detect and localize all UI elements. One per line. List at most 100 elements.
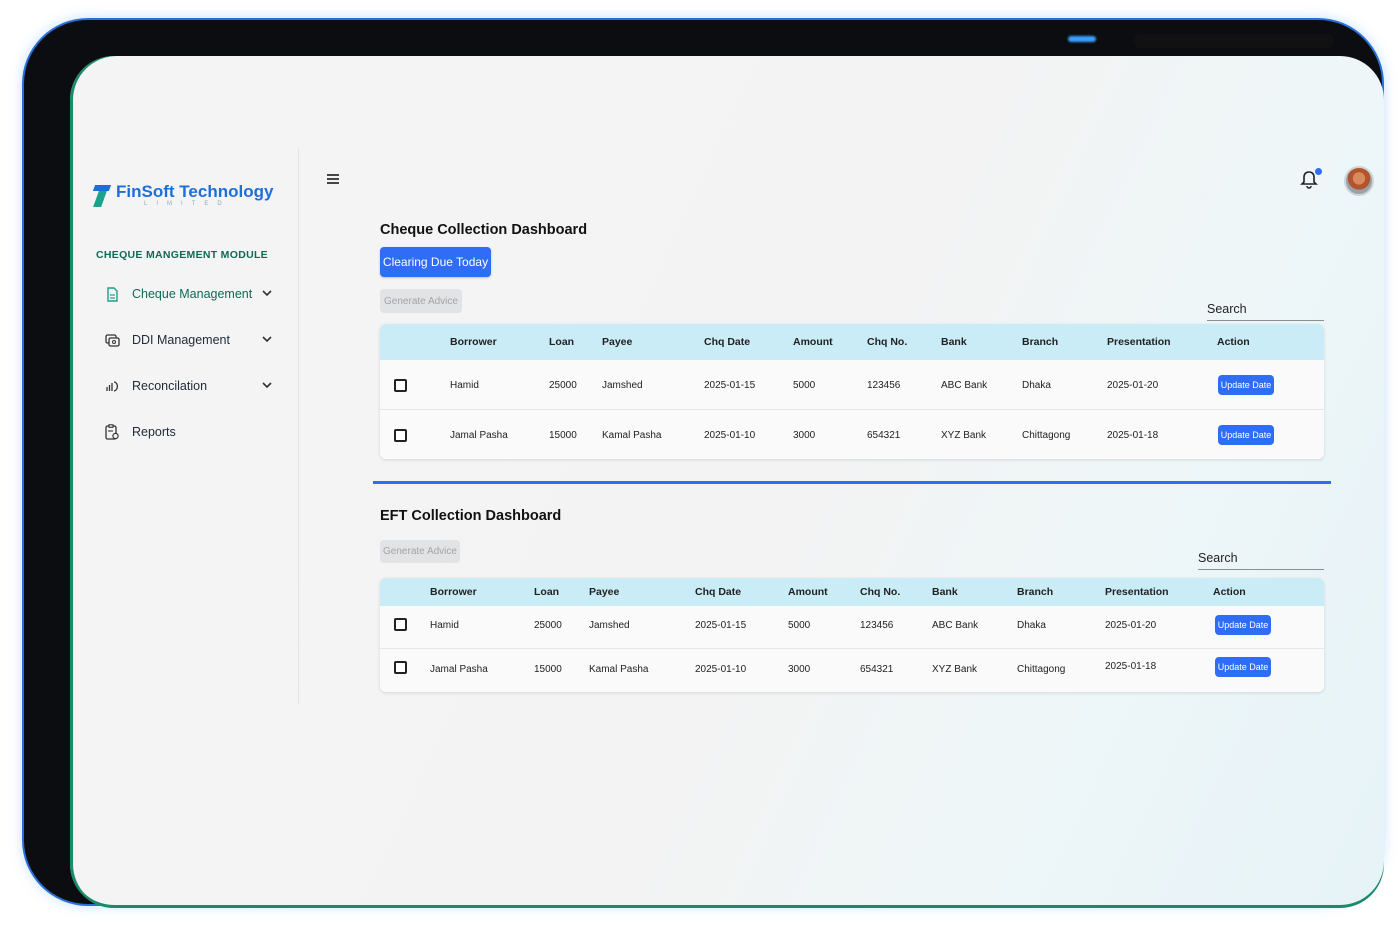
cell-payee: Kamal Pasha — [602, 430, 662, 441]
brand-name-part1: FinSoft — [116, 182, 175, 201]
column-header-branch: Branch — [1022, 336, 1059, 348]
cell-chq-no: 654321 — [867, 430, 901, 441]
chevron-down-icon[interactable] — [260, 288, 274, 300]
cell-presentation: 2025-01-20 — [1107, 380, 1159, 391]
sidebar-item-reconcilation[interactable]: Reconcilation — [104, 375, 274, 397]
cell-payee: Jamshed — [602, 380, 643, 391]
column-header-loan: Loan — [534, 586, 560, 598]
column-header-amount: Amount — [793, 336, 833, 348]
table-header: Borrower Loan Payee Chq Date Amount Chq … — [380, 578, 1324, 606]
cell-borrower: Hamid — [430, 620, 459, 631]
cell-borrower: Jamal Pasha — [430, 664, 488, 675]
cell-branch: Chittagong — [1022, 430, 1071, 441]
eft-table: Borrower Loan Payee Chq Date Amount Chq … — [380, 578, 1324, 692]
sidebar-item-label: DDI Management — [132, 333, 230, 347]
cell-loan: 25000 — [549, 380, 577, 391]
table-row: Jamal Pasha 15000 Kamal Pasha 2025-01-10… — [380, 410, 1324, 459]
column-header-chq-date: Chq Date — [695, 586, 742, 598]
brand-logo[interactable]: FinSoft Technology LIMITED — [92, 181, 273, 209]
sidebar-item-ddi-management[interactable]: DDI Management — [104, 329, 274, 351]
module-title: CHEQUE MANGEMENT MODULE — [96, 249, 268, 261]
cheque-table: Borrower Loan Payee Chq Date Amount Chq … — [380, 324, 1324, 459]
ddi-icon — [104, 332, 120, 348]
chevron-down-icon[interactable] — [260, 334, 274, 346]
chevron-down-icon[interactable] — [260, 380, 274, 392]
brand-name: FinSoft Technology — [116, 181, 273, 203]
column-header-chq-no: Chq No. — [860, 586, 901, 598]
update-date-button[interactable]: Update Date — [1218, 375, 1274, 395]
cell-bank: XYZ Bank — [932, 664, 978, 675]
column-header-payee: Payee — [602, 336, 633, 348]
table-row: Hamid 25000 Jamshed 2025-01-15 5000 1234… — [380, 606, 1324, 649]
device-top-bar — [1134, 34, 1334, 48]
notification-dot — [1315, 168, 1322, 175]
clearing-due-today-button[interactable]: Clearing Due Today — [380, 247, 491, 277]
generate-advice-button[interactable]: Generate Advice — [380, 540, 460, 563]
column-header-bank: Bank — [941, 336, 967, 348]
cell-amount: 5000 — [793, 380, 816, 391]
column-header-presentation: Presentation — [1105, 586, 1169, 598]
cell-chq-date: 2025-01-15 — [704, 380, 756, 391]
row-checkbox[interactable] — [394, 379, 407, 392]
column-header-action: Action — [1217, 336, 1250, 348]
cell-branch: Dhaka — [1017, 620, 1046, 631]
cell-amount: 3000 — [788, 664, 811, 675]
cell-presentation: 2025-01-18 — [1107, 430, 1159, 441]
update-date-button[interactable]: Update Date — [1215, 615, 1271, 635]
column-header-borrower: Borrower — [430, 586, 477, 598]
cell-chq-no: 123456 — [867, 380, 901, 391]
reconcile-icon — [104, 378, 120, 394]
cell-amount: 3000 — [793, 430, 816, 441]
generate-advice-button[interactable]: Generate Advice — [380, 289, 462, 313]
device-light — [1068, 36, 1096, 42]
eft-search[interactable] — [1198, 548, 1324, 570]
update-date-button[interactable]: Update Date — [1218, 425, 1274, 445]
column-header-chq-date: Chq Date — [704, 336, 751, 348]
logo-mark-icon — [92, 181, 112, 209]
cell-chq-date: 2025-01-10 — [695, 664, 747, 675]
column-header-payee: Payee — [589, 586, 620, 598]
column-header-loan: Loan — [549, 336, 575, 348]
column-header-amount: Amount — [788, 586, 828, 598]
sidebar-item-label: Reconcilation — [132, 379, 208, 393]
report-clipboard-icon — [104, 424, 120, 440]
cheque-search[interactable] — [1207, 299, 1324, 321]
update-date-button[interactable]: Update Date — [1215, 657, 1271, 677]
eft-dashboard-title: EFT Collection Dashboard — [380, 508, 562, 524]
sidebar-divider — [298, 148, 299, 704]
app-screen: FinSoft Technology LIMITED CHEQUE MANGEM… — [70, 56, 1384, 908]
sidebar-item-reports[interactable]: Reports — [104, 421, 274, 443]
avatar[interactable] — [1344, 166, 1374, 196]
cheque-dashboard-title: Cheque Collection Dashboard — [380, 222, 588, 238]
cell-presentation: 2025-01-18 — [1105, 661, 1157, 672]
cell-chq-no: 123456 — [860, 620, 894, 631]
cell-chq-no: 654321 — [860, 664, 894, 675]
tablet-frame: FinSoft Technology LIMITED CHEQUE MANGEM… — [24, 20, 1384, 908]
table-row: Hamid 25000 Jamshed 2025-01-15 5000 1234… — [380, 360, 1324, 410]
cell-chq-date: 2025-01-15 — [695, 620, 747, 631]
cell-payee: Kamal Pasha — [589, 664, 649, 675]
cell-bank: ABC Bank — [941, 380, 988, 391]
search-input[interactable] — [1198, 548, 1324, 568]
cell-borrower: Jamal Pasha — [450, 430, 508, 441]
sidebar-item-label: Cheque Management — [132, 287, 253, 301]
hamburger-icon[interactable] — [326, 170, 340, 190]
cell-branch: Dhaka — [1022, 380, 1051, 391]
table-row: Jamal Pasha 15000 Kamal Pasha 2025-01-10… — [380, 649, 1324, 692]
row-checkbox[interactable] — [394, 618, 407, 631]
column-header-presentation: Presentation — [1107, 336, 1171, 348]
column-header-action: Action — [1213, 586, 1246, 598]
cell-branch: Chittagong — [1017, 664, 1066, 675]
sidebar-item-label: Reports — [132, 425, 176, 439]
row-checkbox[interactable] — [394, 661, 407, 674]
cell-amount: 5000 — [788, 620, 811, 631]
sidebar-item-cheque-management[interactable]: Cheque Management — [104, 283, 274, 305]
cell-presentation: 2025-01-20 — [1105, 620, 1157, 631]
column-header-bank: Bank — [932, 586, 958, 598]
search-input[interactable] — [1207, 299, 1324, 319]
sidebar: FinSoft Technology LIMITED CHEQUE MANGEM… — [70, 56, 299, 908]
row-checkbox[interactable] — [394, 429, 407, 442]
column-header-borrower: Borrower — [450, 336, 497, 348]
cell-loan: 25000 — [534, 620, 562, 631]
cell-payee: Jamshed — [589, 620, 630, 631]
